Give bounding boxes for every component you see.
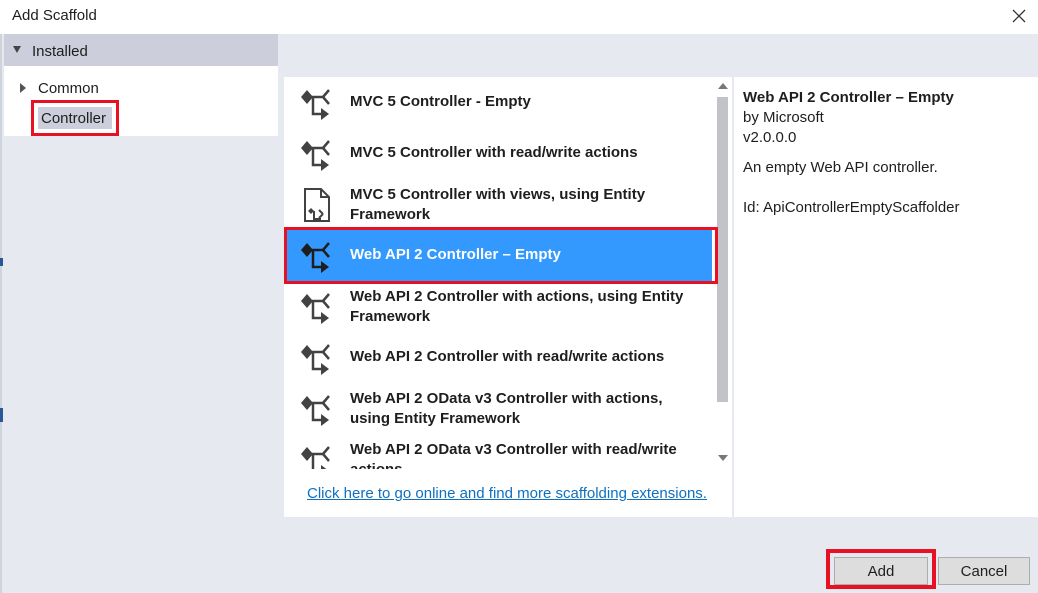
list-item-selected[interactable]: Web API 2 Controller – Empty: [284, 230, 712, 281]
window-border: [0, 34, 2, 593]
edge-mark: [0, 408, 3, 422]
tree-node-label: Installed: [32, 43, 88, 60]
tree-node-installed[interactable]: Installed: [4, 34, 278, 66]
tree-item-controller[interactable]: Controller: [31, 100, 119, 136]
edge-mark: [0, 258, 3, 266]
title-bar: Add Scaffold: [0, 0, 1038, 34]
controller-icon: [301, 395, 330, 426]
collapse-icon[interactable]: [13, 46, 21, 53]
details-title: Web API 2 Controller – Empty: [743, 89, 954, 106]
list-item[interactable]: Web API 2 OData v3 Controller with read/…: [284, 434, 712, 469]
list-item-label: Web API 2 Controller – Empty: [350, 246, 561, 263]
list-item-label: Web API 2 OData v3 Controller with actio…: [350, 390, 663, 427]
list-item[interactable]: MVC 5 Controller with views, using Entit…: [284, 179, 712, 230]
controller-icon: [301, 293, 330, 324]
list-item[interactable]: MVC 5 Controller - Empty: [284, 77, 712, 128]
list-item[interactable]: Web API 2 Controller with read/write act…: [284, 332, 712, 383]
list-item[interactable]: MVC 5 Controller with read/write actions: [284, 128, 712, 179]
list-item-label: MVC 5 Controller - Empty: [350, 93, 531, 110]
details-id: Id: ApiControllerEmptyScaffolder: [743, 199, 960, 216]
controller-icon: [301, 242, 330, 273]
list-scrollbar[interactable]: [714, 77, 732, 469]
online-extensions-link[interactable]: Click here to go online and find more sc…: [307, 485, 707, 502]
details-description: An empty Web API controller.: [743, 159, 938, 176]
list-item-label: Web API 2 Controller with read/write act…: [350, 348, 665, 365]
scroll-up-icon[interactable]: [718, 83, 728, 89]
details-author: by Microsoft: [743, 109, 824, 126]
close-button[interactable]: [1004, 4, 1034, 28]
scroll-thumb[interactable]: [717, 97, 728, 402]
scroll-down-icon[interactable]: [718, 455, 728, 461]
list-item[interactable]: Web API 2 OData v3 Controller with actio…: [284, 383, 712, 434]
view-file-icon: [304, 188, 330, 222]
expand-icon[interactable]: [20, 83, 26, 93]
controller-icon: [301, 344, 330, 375]
list-item-label: MVC 5 Controller with views, using Entit…: [350, 186, 646, 223]
controller-icon: [301, 89, 330, 120]
details-panel: Web API 2 Controller – Empty by Microsof…: [734, 77, 1038, 517]
list-item-label: Web API 2 OData v3 Controller with read/…: [350, 441, 677, 469]
scaffold-list[interactable]: MVC 5 Controller - Empty MVC 5 Controlle…: [284, 77, 712, 469]
list-item[interactable]: Web API 2 Controller with actions, using…: [284, 281, 712, 332]
controller-icon: [301, 140, 330, 171]
controller-icon: [301, 446, 330, 469]
tree-item-label: Controller: [41, 110, 107, 127]
add-button[interactable]: Add: [834, 557, 928, 585]
category-tree: Installed Common Controller: [4, 34, 278, 136]
close-icon: [1012, 9, 1026, 23]
window-title: Add Scaffold: [12, 7, 97, 24]
cancel-button[interactable]: Cancel: [938, 557, 1030, 585]
list-item-label: Web API 2 Controller with actions, using…: [350, 288, 684, 325]
tree-item-label: Common: [38, 80, 99, 97]
list-item-label: MVC 5 Controller with read/write actions: [350, 144, 638, 161]
details-version: v2.0.0.0: [743, 129, 797, 146]
scaffold-list-panel: MVC 5 Controller - Empty MVC 5 Controlle…: [284, 77, 732, 517]
